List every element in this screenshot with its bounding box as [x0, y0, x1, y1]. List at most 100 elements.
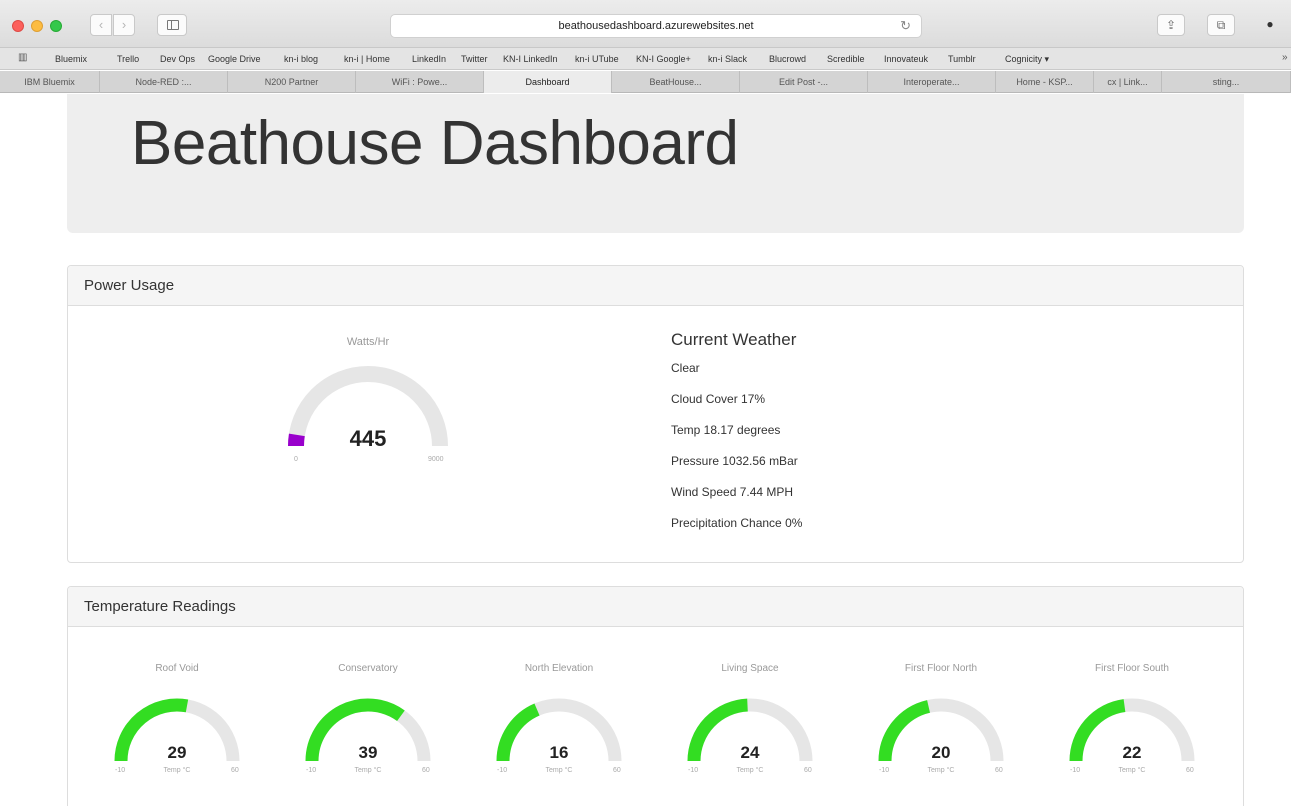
bookmark-item[interactable]: kn-i blog [284, 54, 318, 64]
sidebar-toggle-button[interactable] [157, 14, 187, 36]
page-content: Beathouse Dashboard Power Usage Watts/Hr… [0, 94, 1291, 806]
weather-temp: Temp 18.17 degrees [671, 423, 781, 437]
temperature-readings-heading: Temperature Readings [68, 587, 1243, 627]
bookmark-item[interactable]: kn-i UTube [575, 54, 619, 64]
temperature-gauge-max: 60 [422, 767, 430, 774]
browser-tab[interactable]: BeatHouse... [612, 71, 740, 93]
bookmark-item[interactable]: Google Drive [208, 54, 261, 64]
browser-tab[interactable]: cx | Link... [1094, 71, 1162, 93]
temperature-gauge: Conservatory 39 -10 Temp °C 60 [288, 657, 448, 787]
bookmark-item[interactable]: Trello [117, 54, 139, 64]
temperature-gauge-unit: Temp °C [1118, 767, 1146, 774]
temperature-gauge-min: -10 [497, 767, 508, 774]
temperature-gauge-min: -10 [115, 767, 126, 774]
bookmark-item[interactable]: Tumblr [948, 54, 976, 64]
browser-tab[interactable]: N200 Partner [228, 71, 356, 93]
bookmark-item[interactable]: kn-i | Home [344, 54, 390, 64]
current-weather: Current Weather Clear Cloud Cover 17% Te… [671, 330, 802, 547]
reload-icon[interactable]: ↻ [900, 15, 911, 37]
bookmark-item[interactable]: Scredible [827, 54, 865, 64]
temperature-gauge-max: 60 [804, 767, 812, 774]
forward-button[interactable]: › [113, 14, 135, 36]
temperature-gauge-unit: Temp °C [545, 767, 573, 774]
temperature-readings-panel: Temperature Readings Roof Void 29 -10 Temp … [67, 586, 1244, 806]
bookmark-item[interactable]: Bluemix [55, 54, 87, 64]
zoom-window-button[interactable] [50, 20, 62, 32]
share-icon: ⇪ [1165, 18, 1177, 32]
page-title: Beathouse Dashboard [131, 109, 739, 178]
temperature-gauge-title: First Floor North [904, 663, 978, 674]
temperature-gauge-unit: Temp °C [163, 767, 191, 774]
extension-button[interactable]: ● [1256, 14, 1284, 36]
weather-wind-speed: Wind Speed 7.44 MPH [671, 485, 794, 499]
browser-tab[interactable]: Edit Post -... [740, 71, 868, 93]
bookmark-item[interactable]: Dev Ops [160, 54, 195, 64]
temperature-gauge-max: 60 [1186, 767, 1194, 774]
browser-tab[interactable]: IBM Bluemix [0, 71, 100, 93]
temperature-gauge-title: Living Space [721, 663, 779, 674]
weather-summary: Clear [671, 361, 700, 375]
show-tabs-button[interactable]: ⧉ [1207, 14, 1235, 36]
close-window-button[interactable] [12, 20, 24, 32]
address-bar[interactable]: beathousedashboard.azurewebsites.net ↻ [390, 14, 922, 38]
sidebar-icon [167, 20, 179, 30]
power-gauge-min: 0 [294, 456, 298, 463]
browser-tab[interactable]: Home - KSP... [996, 71, 1094, 93]
share-button[interactable]: ⇪ [1157, 14, 1185, 36]
temperature-gauge-title: Roof Void [155, 663, 199, 674]
temperature-gauge-arc [1069, 698, 1195, 762]
weather-precipitation: Precipitation Chance 0% [671, 516, 803, 530]
temperature-gauge-max: 60 [231, 767, 239, 774]
browser-tab[interactable]: Node-RED :... [100, 71, 228, 93]
bookmarks-grid-icon[interactable]: ▥ [18, 53, 30, 63]
temperature-gauge-value: 29 [167, 743, 187, 762]
browser-tab[interactable]: Interoperate... [868, 71, 996, 93]
url-text: beathousedashboard.azurewebsites.net [558, 20, 754, 32]
temperature-gauge-min: -10 [1070, 767, 1081, 774]
browser-tab[interactable]: sting... [1162, 71, 1291, 93]
power-gauge-title: Watts/Hr [346, 336, 390, 348]
temperature-gauge-value: 39 [358, 743, 378, 762]
tab-bar: IBM Bluemix Node-RED :... N200 Partner W… [0, 71, 1291, 93]
temperature-gauge-arc [687, 698, 813, 762]
temperature-gauge: Living Space 24 -10 Temp °C 60 [670, 657, 830, 787]
temperature-gauge-value: 22 [1122, 743, 1142, 762]
temperature-gauge-value: 24 [740, 743, 760, 762]
header-banner: Beathouse Dashboard [67, 94, 1244, 233]
temperature-gauge-value: 16 [549, 743, 569, 762]
power-gauge-value: 445 [349, 426, 387, 451]
temperature-gauge-min: -10 [688, 767, 699, 774]
temperature-gauge-arc [878, 698, 1004, 762]
more-bookmarks-icon[interactable]: » [1282, 52, 1288, 63]
temperature-gauge: North Elevation 16 -10 Temp °C 60 [479, 657, 639, 787]
chevron-right-icon: › [121, 17, 127, 32]
bookmark-item[interactable]: Twitter [461, 54, 488, 64]
temperature-gauge-title: North Elevation [524, 663, 594, 674]
temperature-gauge-unit: Temp °C [354, 767, 382, 774]
temperature-gauge-title: Conservatory [338, 663, 398, 674]
browser-tab[interactable]: WiFi : Powe... [356, 71, 484, 93]
temperature-gauge-title: First Floor South [1095, 663, 1169, 674]
bookmark-item[interactable]: kn-i Slack [708, 54, 747, 64]
bookmark-item[interactable]: Blucrowd [769, 54, 806, 64]
bookmark-item[interactable]: Cognicity ▾ [1005, 54, 1049, 65]
tabs-icon: ⧉ [1216, 18, 1226, 32]
power-gauge-max: 9000 [428, 456, 444, 463]
bookmark-item[interactable]: LinkedIn [412, 54, 446, 64]
temperature-gauge-unit: Temp °C [927, 767, 955, 774]
power-usage-panel: Power Usage Watts/Hr 445 0 9000 Current … [67, 265, 1244, 563]
temperature-gauge-max: 60 [613, 767, 621, 774]
weather-cloud-cover: Cloud Cover 17% [671, 392, 766, 406]
browser-tab-active[interactable]: Dashboard [484, 71, 612, 93]
temperature-gauge-arc [114, 698, 240, 762]
back-button[interactable]: ‹ [90, 14, 112, 36]
bookmark-item[interactable]: KN-I Google+ [636, 54, 691, 64]
chevron-left-icon: ‹ [98, 17, 104, 32]
bookmark-item[interactable]: KN-I LinkedIn [503, 54, 558, 64]
weather-heading: Current Weather [671, 330, 797, 349]
power-usage-heading: Power Usage [68, 266, 1243, 306]
bookmark-item[interactable]: Innovateuk [884, 54, 928, 64]
weather-pressure: Pressure 1032.56 mBar [671, 454, 798, 468]
minimize-window-button[interactable] [31, 20, 43, 32]
bookmarks-bar: ▥ Bluemix Trello Dev Ops Google Drive kn… [0, 48, 1291, 70]
